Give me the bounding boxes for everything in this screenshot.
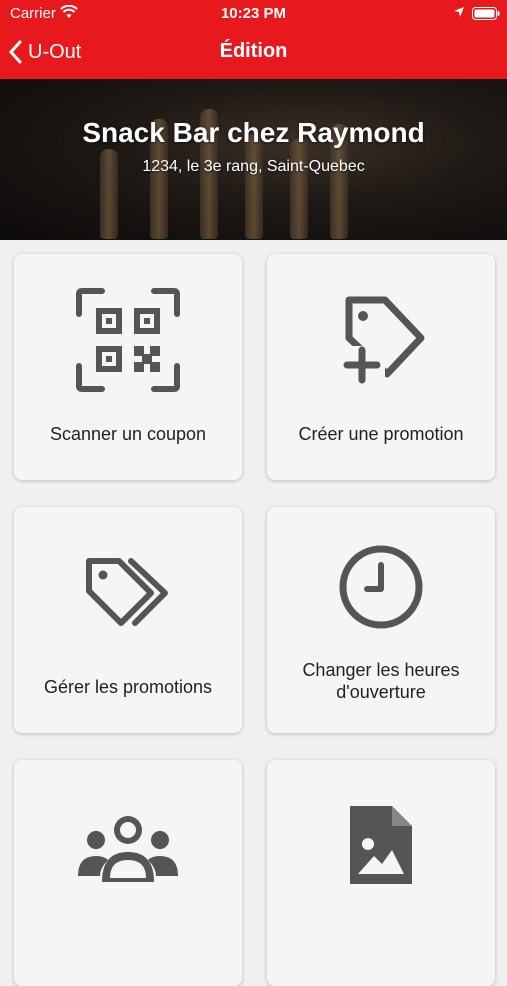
opening-hours-card[interactable]: Changer les heures d'ouverture [267, 507, 495, 733]
location-arrow-icon [453, 5, 465, 22]
create-promotion-card[interactable]: Créer une promotion [267, 254, 495, 480]
venue-name: Snack Bar chez Raymond [82, 117, 425, 148]
clock-icon [267, 543, 495, 636]
clock-time: 10:23 PM [220, 5, 287, 22]
status-bar: Carrier 10:23 PM [0, 0, 507, 28]
tags-icon [14, 555, 242, 636]
top-bar: Carrier 10:23 PM U-Out Édition [0, 0, 507, 79]
venue-header: Snack Bar chez Raymond 1234, le 3e rang,… [0, 79, 507, 240]
scan-coupon-label: Scanner un coupon [49, 424, 207, 444]
venue-address: 1234, le 3e rang, Saint-Quebec [142, 158, 365, 175]
scan-coupon-card[interactable]: Scanner un coupon [14, 254, 242, 480]
battery-icon [472, 7, 500, 24]
qr-code-icon [14, 288, 242, 397]
nav-bar: U-Out Édition [0, 28, 507, 79]
manage-promotions-label: Gérer les promotions [43, 677, 213, 697]
image-file-icon [267, 802, 495, 893]
tag-plus-icon [267, 292, 495, 393]
create-promotion-label: Créer une promotion [298, 424, 464, 444]
opening-hours-label: Changer les heures d'ouverture [302, 660, 460, 702]
users-icon [14, 812, 242, 887]
users-card[interactable] [14, 760, 242, 986]
manage-promotions-card[interactable]: Gérer les promotions [14, 507, 242, 733]
page-title: Édition [219, 40, 288, 62]
image-card[interactable] [267, 760, 495, 986]
